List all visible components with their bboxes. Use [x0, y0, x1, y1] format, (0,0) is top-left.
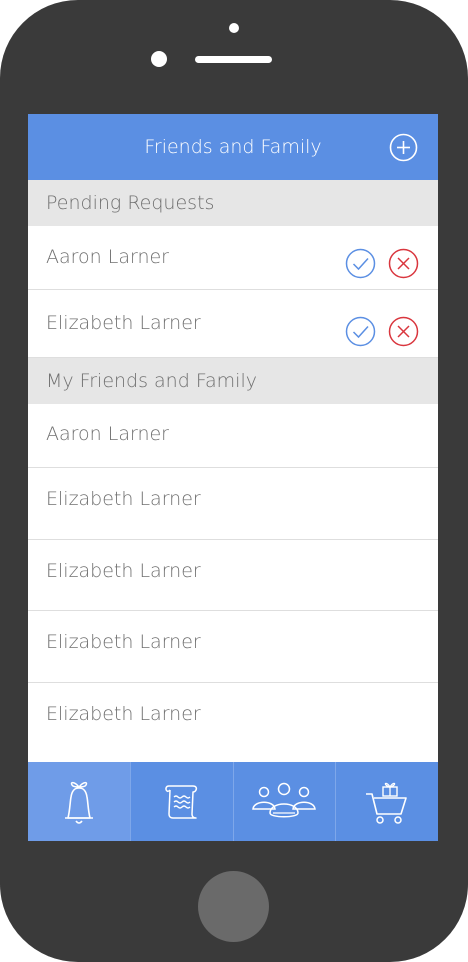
decline-button[interactable] [388, 242, 419, 279]
tab-shop[interactable] [335, 762, 438, 841]
request-name: Aaron Larner [46, 246, 169, 268]
accept-button[interactable] [345, 308, 376, 347]
pending-requests-title: Pending Requests [46, 192, 215, 214]
friend-row[interactable]: Aaron Larner [28, 404, 438, 468]
friend-row[interactable]: Elizabeth Larner [28, 540, 438, 611]
scroll-icon [164, 784, 197, 819]
friend-row[interactable]: Elizabeth Larner [28, 468, 438, 540]
friends-family-header: My Friends and Family [28, 358, 438, 404]
tab-wishlist[interactable] [129, 762, 233, 841]
bell-icon [64, 781, 93, 824]
pending-request-row: Elizabeth Larner [28, 290, 438, 358]
friend-name: Elizabeth Larner [46, 488, 201, 510]
check-circle-icon [345, 248, 376, 279]
friends-family-title: My Friends and Family [46, 370, 257, 392]
friend-name: Aaron Larner [46, 423, 169, 445]
friend-name: Elizabeth Larner [46, 560, 201, 582]
camera-dot [229, 23, 239, 33]
accept-button[interactable] [345, 242, 376, 279]
front-sensor [151, 51, 167, 67]
tab-notifications[interactable] [28, 762, 130, 841]
request-name: Elizabeth Larner [46, 312, 201, 334]
tab-friends-family[interactable] [232, 762, 336, 841]
top-bar: Friends and Family [28, 114, 438, 180]
app-screen: Friends and Family Pending Requests Aaro… [28, 114, 438, 841]
pending-request-row: Aaron Larner [28, 226, 438, 290]
add-button[interactable] [389, 133, 418, 162]
friend-name: Elizabeth Larner [46, 631, 201, 653]
earpiece-speaker [195, 56, 272, 63]
people-group-icon [252, 782, 317, 817]
friend-row[interactable]: Elizabeth Larner [28, 611, 438, 683]
page-title: Friends and Family [144, 136, 322, 158]
bottom-tab-bar [28, 762, 438, 841]
home-button[interactable] [198, 871, 269, 942]
x-circle-icon [388, 316, 419, 347]
pending-requests-header: Pending Requests [28, 180, 438, 226]
friend-name: Elizabeth Larner [46, 703, 201, 725]
x-circle-icon [388, 248, 419, 279]
friend-row[interactable]: Elizabeth Larner [28, 683, 438, 762]
plus-circle-icon [389, 133, 418, 162]
shopping-cart-gift-icon [366, 782, 407, 824]
check-circle-icon [345, 316, 376, 347]
decline-button[interactable] [388, 308, 419, 347]
